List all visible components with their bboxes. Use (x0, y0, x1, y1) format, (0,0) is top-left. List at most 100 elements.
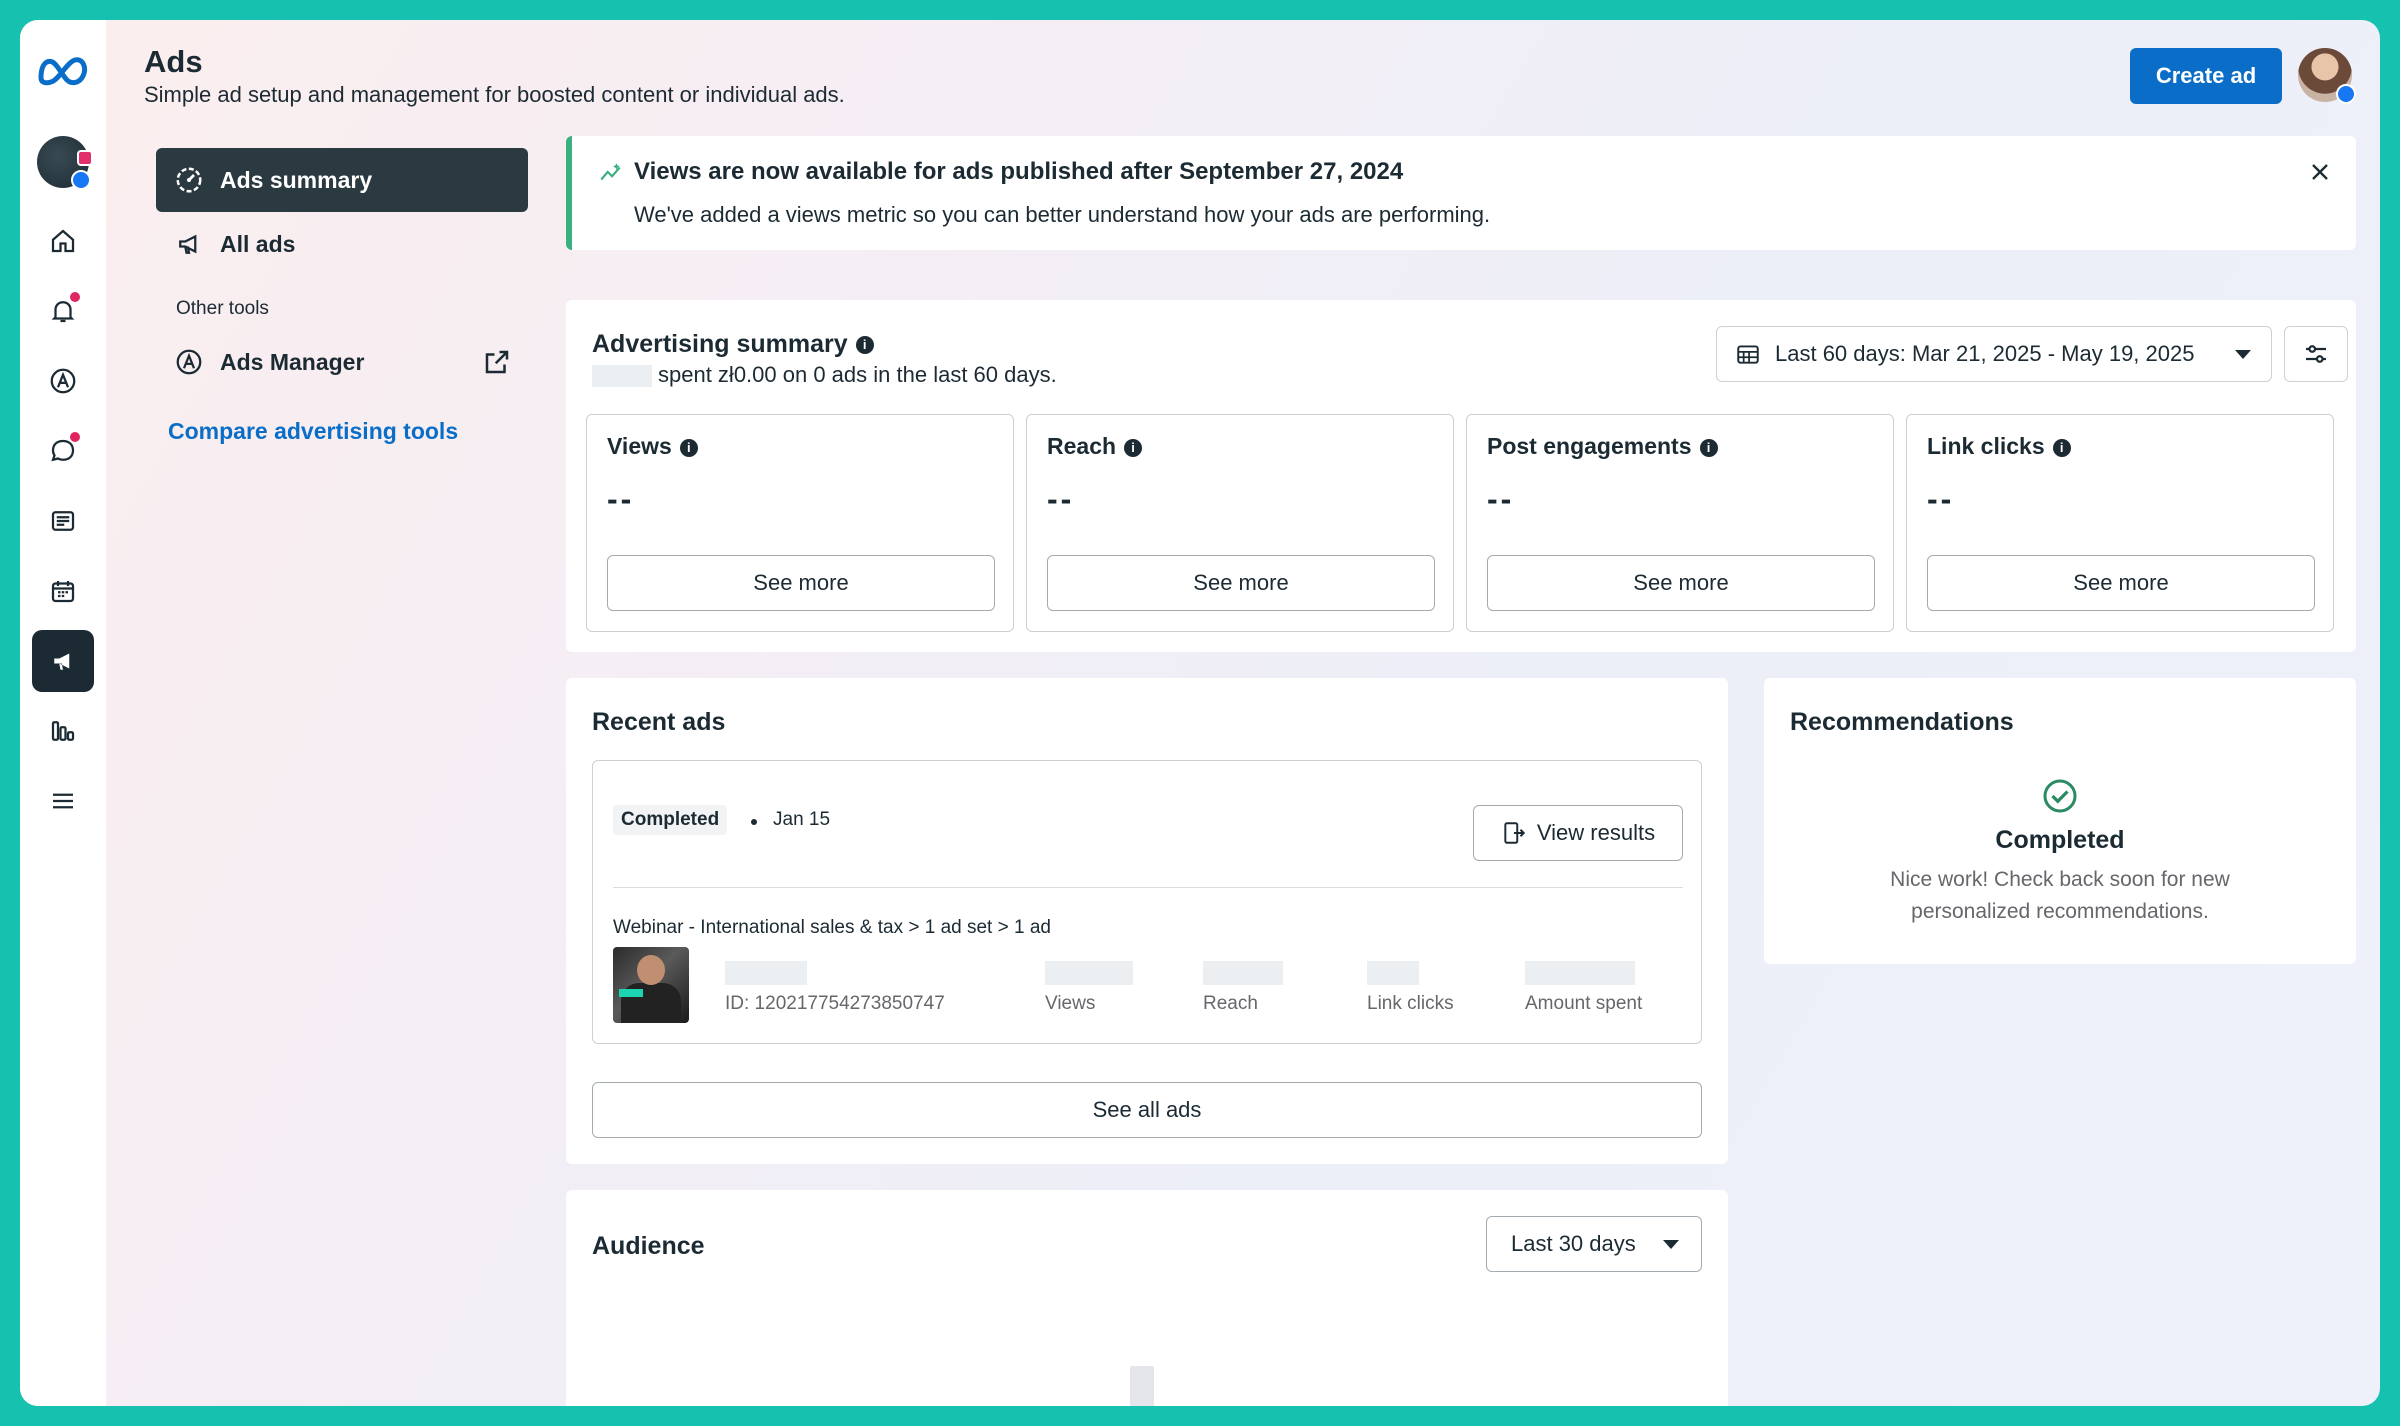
app-window: Ads Simple ad setup and management for b… (20, 20, 2380, 1406)
rail-notifications[interactable] (32, 280, 94, 342)
meta-logo-icon[interactable] (35, 50, 91, 90)
banner-text: We've added a views metric so you can be… (634, 202, 1491, 227)
see-more-button[interactable]: See more (607, 555, 995, 611)
info-icon[interactable]: i (1699, 438, 1718, 457)
stat-label: Amount spent (1525, 993, 1643, 1014)
nav-item-label: All ads (220, 230, 296, 257)
date-range-selector[interactable]: Last 60 days: Mar 21, 2025 - May 19, 202… (1716, 326, 2272, 382)
info-icon[interactable]: i (679, 438, 698, 457)
sliders-icon (2306, 345, 2326, 363)
metric-label: Post engagements i (1487, 433, 1718, 460)
stat-views: Views (1045, 961, 1133, 1015)
nav-item-ads-summary[interactable]: Ads summary (156, 148, 528, 212)
filter-settings-button[interactable] (2284, 326, 2348, 382)
megaphone-icon (54, 653, 70, 670)
nav-item-label: Ads summary (220, 166, 373, 193)
stat-label: Reach (1203, 993, 1258, 1014)
separator-dot (751, 819, 757, 825)
metric-value: -- (1047, 481, 1075, 517)
view-results-button[interactable]: View results (1473, 805, 1683, 861)
info-icon[interactable]: i (1124, 438, 1143, 457)
profile-avatar[interactable] (2298, 48, 2356, 104)
ads-manager-icon (50, 368, 76, 394)
ad-thumbnail (613, 947, 689, 1023)
recommendations-card: Recommendations Completed Nice work! Che… (1764, 678, 2356, 964)
rail-insights[interactable] (32, 700, 94, 762)
info-icon[interactable]: i (855, 336, 874, 355)
view-results-icon (1504, 822, 1526, 844)
home-icon (51, 229, 75, 253)
stat-link-clicks: Link clicks (1367, 961, 1454, 1015)
rail-menu[interactable] (32, 770, 94, 832)
ads-manager-icon (176, 349, 202, 375)
recent-ads-title: Recent ads (592, 708, 726, 736)
nav-item-label: Ads Manager (220, 348, 365, 375)
views-announcement-banner: Views are now available for ads publishe… (566, 136, 2356, 250)
page-avatar[interactable] (37, 136, 93, 190)
rail-content[interactable] (32, 490, 94, 552)
bar-chart-icon (51, 721, 75, 741)
external-link-icon (485, 350, 509, 374)
ad-path: Webinar - International sales & tax > 1 … (613, 917, 1051, 938)
metric-value: -- (1487, 481, 1515, 517)
stat-label: Views (1045, 993, 1096, 1014)
nav-section-label: Other tools (176, 298, 269, 319)
see-more-button[interactable]: See more (1487, 555, 1875, 611)
trend-sparkle-icon (600, 163, 621, 181)
metric-card-views: Views i -- See more (586, 414, 1014, 632)
stat-label: Link clicks (1367, 993, 1454, 1014)
status-badge: Completed (613, 805, 728, 835)
view-results-label: View results (1536, 820, 1656, 845)
calendar-icon (1737, 345, 1759, 364)
hamburger-menu-icon (53, 793, 73, 809)
stat-reach: Reach (1203, 961, 1283, 1015)
close-icon[interactable] (2306, 158, 2334, 186)
date-range-label: Last 60 days: Mar 21, 2025 - May 19, 202… (1775, 341, 2195, 366)
recommendations-status: Completed (1995, 826, 2125, 854)
rail-ads-manager[interactable] (32, 350, 94, 412)
audience-title: Audience (592, 1232, 705, 1260)
ads-nav: Ads summary All ads Other tools Ads Mana… (156, 148, 528, 445)
audience-placeholder-graphic (1130, 1366, 1154, 1406)
ad-date: Jan 15 (773, 809, 831, 830)
recommendations-text: Nice work! Check back soon for new perso… (1890, 868, 2230, 923)
ad-item[interactable]: Completed Jan 15 View results Webinar - … (592, 760, 1702, 1044)
rail-inbox[interactable] (32, 420, 94, 482)
compare-advertising-tools-link[interactable]: Compare advertising tools (156, 418, 528, 445)
rail-ads[interactable] (32, 630, 94, 692)
rail-home[interactable] (32, 210, 94, 272)
create-ad-button[interactable]: Create ad (2130, 48, 2282, 104)
stat-amount-spent: Amount spent (1525, 961, 1642, 1015)
advertising-summary-card: Advertising summary i spent zł0.00 on 0 a… (566, 300, 2356, 652)
notification-dot (70, 292, 80, 302)
nav-item-ads-manager[interactable]: Ads Manager (156, 330, 528, 394)
redacted-ad-name (725, 961, 807, 985)
metric-value: -- (607, 481, 635, 517)
ad-id-column: ID: 120217754273850747 (725, 961, 945, 1015)
redacted-name (592, 365, 652, 388)
audience-card: Audience Last 30 days (566, 1190, 1728, 1406)
calendar-icon (51, 581, 75, 603)
facebook-badge-icon (71, 170, 91, 190)
page-subtitle: Simple ad setup and management for boost… (144, 82, 845, 107)
info-icon[interactable]: i (2052, 438, 2071, 457)
metric-label: Views i (607, 433, 698, 460)
nav-item-all-ads[interactable]: All ads (156, 212, 528, 276)
facebook-badge-icon (2336, 84, 2356, 104)
metric-label: Reach i (1047, 433, 1143, 460)
metric-value: -- (1927, 481, 1955, 517)
content-list-icon (51, 511, 75, 531)
banner-title: Views are now available for ads publishe… (634, 158, 1404, 185)
left-rail (20, 20, 106, 1406)
see-all-ads-button[interactable]: See all ads (592, 1082, 1702, 1138)
audience-range-selector[interactable]: Last 30 days (1486, 1216, 1702, 1272)
recent-ads-card: Recent ads Completed Jan 15 View results… (566, 678, 1728, 1164)
see-more-button[interactable]: See more (1047, 555, 1435, 611)
metric-label: Link clicks i (1927, 433, 2071, 460)
chevron-down-icon (1663, 1239, 1679, 1249)
instagram-badge-icon (77, 150, 93, 166)
dashboard-gauge-icon (176, 167, 202, 193)
summary-title: Advertising summary i (592, 330, 874, 359)
see-more-button[interactable]: See more (1927, 555, 2315, 611)
rail-planner[interactable] (32, 560, 94, 622)
